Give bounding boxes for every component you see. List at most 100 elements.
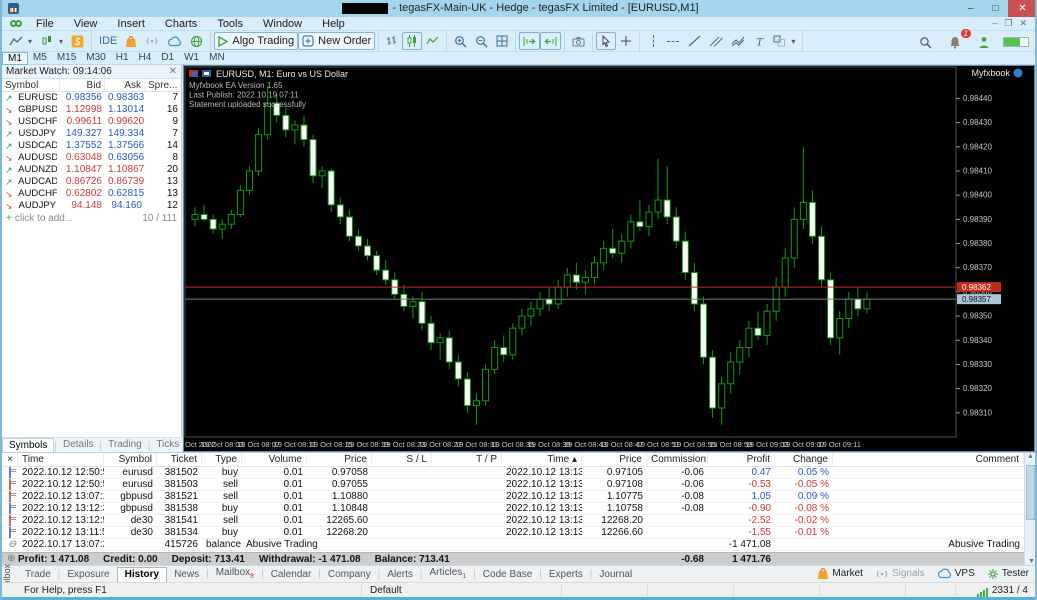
mw-tab-symbols[interactable]: Symbols	[2, 438, 54, 452]
history-close-icon[interactable]: ×	[2, 453, 18, 466]
tab-exposure[interactable]: Exposure	[60, 568, 116, 582]
ide-button[interactable]: IDE	[95, 32, 121, 50]
mw-tab-details[interactable]: Details	[57, 438, 100, 452]
service-vps[interactable]: VPS	[937, 568, 975, 579]
crosshair-icon[interactable]	[616, 32, 636, 50]
menu-help[interactable]: Help	[312, 17, 355, 31]
horizontal-line-icon[interactable]	[663, 32, 684, 50]
screenshot-icon[interactable]	[568, 32, 589, 50]
status-profile[interactable]: Default	[362, 584, 562, 597]
zoom-in-icon[interactable]	[450, 32, 471, 50]
auto-scroll-icon[interactable]	[540, 32, 561, 50]
algo-trading-button[interactable]: Algo Trading	[214, 32, 298, 50]
market-watch-header[interactable]: SymbolBidAskSpre...	[2, 79, 181, 92]
tab-history[interactable]: History	[117, 567, 167, 582]
history-column-header[interactable]: Time ▴	[502, 453, 582, 466]
timeframe-mn[interactable]: MN	[204, 52, 230, 65]
chart-window[interactable]: 0.984400.984300.984200.984100.984000.983…	[183, 65, 1035, 452]
text-tool-icon[interactable]: T	[749, 32, 769, 50]
timeframe-m1[interactable]: M1	[2, 52, 28, 65]
minimize-button[interactable]: –	[958, 0, 983, 17]
child-close-icon[interactable]: ✕	[1019, 18, 1027, 29]
notifications-icon[interactable]: 1	[945, 33, 965, 51]
tile-windows-icon[interactable]	[492, 32, 512, 50]
mw-column-header[interactable]: Spre...	[145, 79, 181, 92]
mw-tab-ticks[interactable]: Ticks	[150, 438, 185, 452]
menu-file[interactable]: File	[26, 17, 64, 31]
tab-experts[interactable]: Experts	[542, 568, 590, 582]
quotes-icon[interactable]: $	[67, 32, 88, 50]
history-column-header[interactable]: S / L	[372, 453, 432, 466]
history-trade-row[interactable]: 2022.10.12 12:50:58eurusd381502buy0.010.…	[2, 467, 1024, 479]
history-column-header[interactable]: Type	[202, 453, 242, 466]
tab-company[interactable]: Company	[321, 568, 378, 582]
timeframe-m15[interactable]: M15	[52, 52, 81, 65]
market-watch-row[interactable]: ↗EURUSD0.983560.983637	[2, 92, 181, 104]
community-globe-icon[interactable]	[186, 32, 207, 50]
objects-dropdown[interactable]: ▾	[769, 32, 799, 50]
chart-type-dropdown[interactable]: ▾	[5, 32, 36, 50]
tab-journal[interactable]: Journal	[592, 568, 639, 582]
history-scrollbar[interactable]: ▲▼	[1024, 453, 1036, 566]
timeframe-d1[interactable]: D1	[156, 52, 179, 65]
history-column-header[interactable]: Volume	[242, 453, 307, 466]
history-trade-row[interactable]: 2022.10.12 13:07:19gbpusd381521sell0.011…	[2, 491, 1024, 503]
community-user-icon[interactable]	[974, 33, 994, 51]
history-trade-row[interactable]: 2022.10.12 13:12:31gbpusd381538buy0.011.…	[2, 503, 1024, 515]
child-restore-icon[interactable]: ❐	[1004, 18, 1012, 29]
timeframe-h1[interactable]: H1	[111, 52, 134, 65]
timeframe-w1[interactable]: W1	[179, 52, 204, 65]
history-column-header[interactable]: Price	[582, 453, 647, 466]
menu-tools[interactable]: Tools	[207, 17, 253, 31]
market-watch-row[interactable]: ↗AUDCAD0.867260.8673913	[2, 176, 181, 188]
tab-alerts[interactable]: Alerts	[380, 568, 420, 582]
menu-view[interactable]: View	[64, 17, 108, 31]
menu-window[interactable]: Window	[253, 17, 312, 31]
menu-insert[interactable]: Insert	[107, 17, 155, 31]
mw-tab-trading[interactable]: Trading	[102, 438, 148, 452]
menu-charts[interactable]: Charts	[155, 17, 207, 31]
history-column-header[interactable]: Change	[775, 453, 833, 466]
history-column-header[interactable]: Comment	[833, 453, 1024, 466]
mw-column-header[interactable]: Symbol	[2, 79, 60, 92]
mw-column-header[interactable]: Bid	[60, 79, 105, 92]
history-column-header[interactable]: Ticket	[157, 453, 202, 466]
history-header[interactable]: ×TimeSymbolTicketTypeVolumePriceS / LT /…	[2, 453, 1024, 467]
chart-window-controls[interactable]: – ❐ ✕	[992, 18, 1027, 29]
market-watch-row[interactable]: ↘USDCHF0.996110.996209	[2, 116, 181, 128]
history-trade-row[interactable]: 2022.10.12 13:11:54de30381534buy0.011226…	[2, 527, 1024, 539]
trendline-icon[interactable]	[684, 32, 705, 50]
timeframe-m30[interactable]: M30	[81, 52, 110, 65]
history-column-header[interactable]: Time	[18, 453, 104, 466]
close-button[interactable]: ✕	[1008, 0, 1037, 17]
market-watch-row[interactable]: ↘AUDUSD0.630480.630568	[2, 152, 181, 164]
market-watch-row[interactable]: ↘AUDJPY94.14894.16012	[2, 200, 181, 212]
mw-column-header[interactable]: Ask	[105, 79, 145, 92]
market-watch-row[interactable]: ↗USDJPY149.327149.3347	[2, 128, 181, 140]
tab-calendar[interactable]: Calendar	[264, 568, 319, 582]
zoom-out-icon[interactable]	[471, 32, 492, 50]
cursor-icon[interactable]	[596, 32, 616, 50]
market-bag-icon[interactable]	[121, 32, 141, 50]
vps-cloud-icon[interactable]	[163, 32, 186, 50]
bar-chart-mode-icon[interactable]	[382, 32, 402, 50]
market-watch-close-icon[interactable]: ✕	[169, 66, 177, 77]
tab-articles[interactable]: Articles1	[422, 566, 473, 582]
tab-news[interactable]: News	[167, 568, 206, 582]
vertical-line-icon[interactable]	[643, 32, 663, 50]
child-minimize-icon[interactable]: –	[992, 18, 997, 29]
channel-icon[interactable]	[705, 32, 727, 50]
history-trade-row[interactable]: 2022.10.12 12:50:58eurusd381503sell0.010…	[2, 479, 1024, 491]
maximize-button[interactable]: □	[983, 0, 1008, 17]
tab-mailbox[interactable]: Mailbox8	[209, 566, 261, 582]
market-watch-add-row[interactable]: +click to add... 10 / 111	[2, 212, 181, 225]
timeframe-m5[interactable]: M5	[28, 52, 52, 65]
service-signals[interactable]: Signals	[875, 568, 925, 580]
market-watch-row[interactable]: ↘GBPUSD1.129981.1301416	[2, 104, 181, 116]
history-trade-row[interactable]: 2022.10.12 13:12:50de30381541sell0.01122…	[2, 515, 1024, 527]
candlestick-mode-icon[interactable]	[402, 32, 422, 50]
signals-icon[interactable]	[141, 32, 163, 50]
service-tester[interactable]: Tester	[987, 568, 1029, 580]
history-column-header[interactable]: Commission	[647, 453, 708, 466]
search-icon[interactable]	[915, 33, 936, 51]
